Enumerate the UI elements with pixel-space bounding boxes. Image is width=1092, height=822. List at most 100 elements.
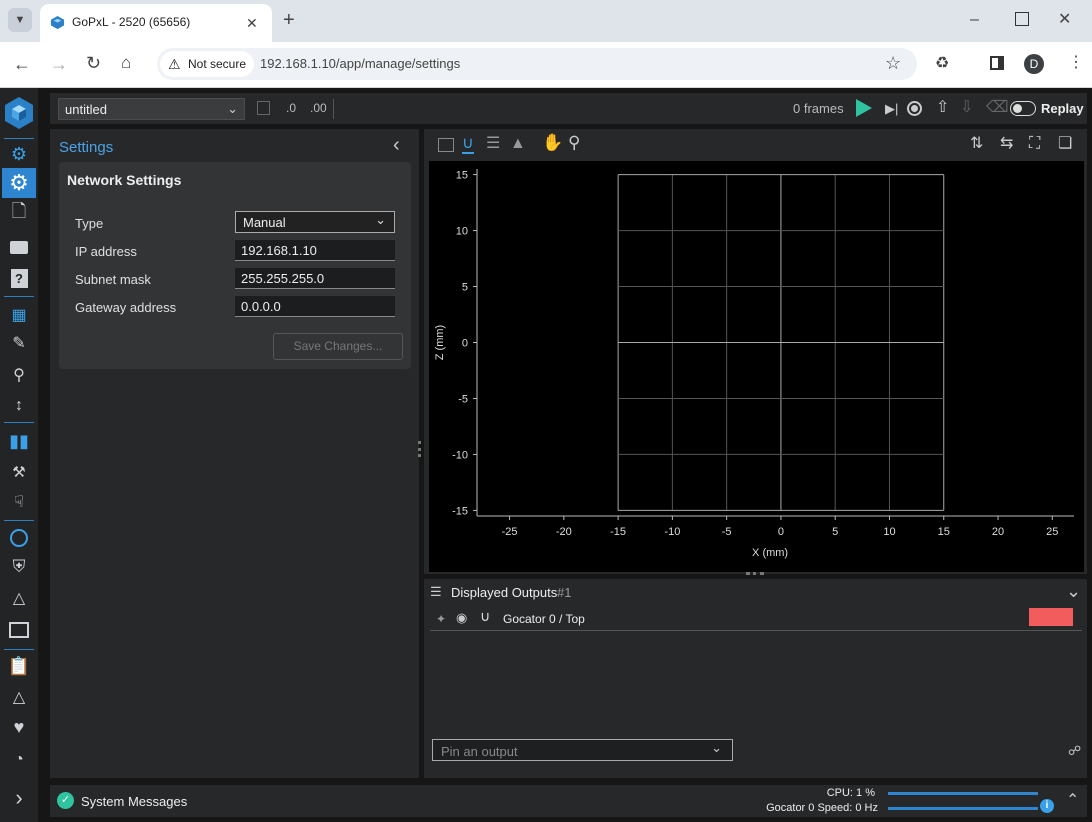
y-axis-label: Z (mm) [434,325,446,360]
download-icon[interactable]: ⇩ [960,100,973,116]
gopxl-logo [5,97,33,129]
tab-search-icon[interactable]: ▼ [8,8,32,32]
minimize-icon[interactable]: – [970,12,979,28]
fit-horizontal-icon[interactable]: ⇆ [1000,136,1013,152]
viewer-resize-handle[interactable] [746,572,764,575]
nav-gears-icon[interactable]: ⚙ [7,142,31,166]
nav-help-icon[interactable]: ? [7,266,31,290]
info-icon[interactable]: i [1040,799,1054,813]
forward-icon[interactable]: → [50,55,68,73]
nav-pipeline-search-icon[interactable]: ⚲ [7,363,31,387]
tab-title: GoPxL - 2520 (65656) [72,15,191,29]
3d-view-icon[interactable]: ▲ [510,136,526,152]
nav-measure-icon[interactable]: ▮▮ [7,429,31,453]
pin-output-select[interactable]: Pin an output ⌄ [432,739,733,761]
y-tick-label: 15 [456,170,468,182]
y-tick-label: -5 [458,393,468,405]
left-nav-bar: ⚙ ⚙ 🗋 ? ▦ ✎ ⚲ ↕ ▮▮ ⚒ ☟ ⛨ △ 📋 △ ♥ ◔ › [0,88,38,822]
subnet-mask-field[interactable]: 255.255.255.0 [235,268,395,289]
nav-expand-icon[interactable]: › [7,785,31,810]
zoom-icon[interactable]: ⚲ [568,134,580,151]
profile-view-icon[interactable]: ∪ [462,136,474,154]
expand-status-icon[interactable]: ⌃ [1066,793,1079,809]
nav-dashboard-icon[interactable] [7,618,31,642]
nav-output-icon[interactable]: ☟ [7,490,31,514]
outputs-count: #1 [557,585,572,600]
ip-address-field[interactable]: 192.168.1.10 [235,240,395,261]
security-badge[interactable]: ⚠ Not secure [160,51,255,77]
address-bar[interactable]: ⚠ Not secure 192.168.1.10/app/manage/set… [157,48,917,80]
pin-icon[interactable]: ✦ [436,611,446,627]
side-panel-icon[interactable] [990,56,1004,70]
save-job-icon[interactable] [257,101,270,115]
nav-clipboard-icon[interactable]: 📋 [7,654,31,678]
output-color-swatch[interactable] [1029,608,1073,626]
panel-resize-handle[interactable] [418,441,421,457]
x-tick-label: -25 [502,526,518,538]
surface-view-icon[interactable]: ☰ [486,136,500,152]
layers-icon[interactable]: ❏ [1058,136,1072,152]
tab-close-icon[interactable]: ✕ [246,15,258,31]
gopxl-app: ⚙ ⚙ 🗋 ? ▦ ✎ ⚲ ↕ ▮▮ ⚒ ☟ ⛨ △ 📋 △ ♥ ◔ › unt… [0,88,1092,822]
close-window-icon[interactable]: ✕ [1058,12,1071,28]
nav-settings-icon[interactable]: ⚙ [2,168,36,198]
maximize-icon[interactable] [1015,12,1029,26]
nav-shield-icon[interactable]: ⛨ [7,555,31,579]
menu-kebab-icon[interactable]: ⋮ [1068,55,1084,71]
fullscreen-icon[interactable]: ⛶ [1029,136,1040,152]
outputs-title: Displayed Outputs [451,585,558,600]
save-changes-button[interactable]: Save Changes... [273,333,403,360]
browser-tab[interactable]: GoPxL - 2520 (65656) ✕ [40,4,272,42]
nav-plug-icon[interactable]: △ [7,586,31,610]
nav-speed-icon[interactable]: ◔ [7,748,31,772]
system-messages-label[interactable]: System Messages [81,794,187,809]
gateway-address-field[interactable]: 0.0.0.0 [235,296,395,317]
zero-right-icon[interactable]: .00 [310,100,327,116]
upload-icon[interactable]: ⇧ [936,100,949,116]
nav-align-icon[interactable]: ↕ [7,394,31,418]
back-icon[interactable]: ← [13,55,31,73]
x-tick-label: -10 [664,526,680,538]
network-settings-card: Network Settings Type Manual ⌄ IP addres… [59,162,411,369]
nav-pipeline-edit-icon[interactable]: ✎ [7,331,31,355]
x-tick-label: -5 [722,526,732,538]
check-circle-icon: ✓ [57,792,74,809]
pan-hand-icon[interactable]: ✋ [542,134,563,151]
eye-icon[interactable]: ◉ [456,610,467,626]
collapse-panel-icon[interactable]: ‹ [393,135,400,155]
link-icon[interactable]: ☍ [1068,743,1081,759]
nav-health-icon[interactable]: ♥ [7,715,31,739]
extensions-icon[interactable]: ♻ [935,56,949,72]
home-icon[interactable]: ⌂ [121,54,131,71]
url-text[interactable]: 192.168.1.10/app/manage/settings [260,56,460,71]
profile-plot[interactable]: -25 -20 -15 -10 -5 0 5 10 15 20 25 15 10 5 0 -5 -10 -15 X … [429,161,1084,572]
job-select[interactable]: untitled ⌄ [58,98,245,120]
image-view-icon[interactable] [438,138,454,152]
zero-left-icon[interactable]: .0 [286,100,296,116]
reload-icon[interactable]: ↻ [86,54,101,72]
settings-panel: Settings ‹ Network Settings Type Manual … [50,129,421,778]
nav-files-icon[interactable]: 🗋 [7,201,31,226]
collapse-outputs-icon[interactable]: ⌄ [1066,582,1081,600]
type-select[interactable]: Manual ⌄ [235,211,395,233]
browser-tab-strip: ▼ GoPxL - 2520 (65656) ✕ + – ✕ [0,0,1092,42]
replay-toggle[interactable] [1010,101,1036,116]
nav-geometry-icon[interactable]: △ [7,685,31,709]
fit-vertical-icon[interactable]: ⇅ [970,136,983,152]
nav-tools-icon[interactable]: ⚒ [7,460,31,484]
nav-toolbox-icon[interactable] [7,235,31,259]
bookmark-star-icon[interactable]: ☆ [885,54,901,72]
eraser-icon[interactable]: ⌫ [986,100,1009,116]
nav-network-icon[interactable]: ▦ [7,303,31,327]
new-tab-icon[interactable]: + [283,10,295,30]
speed-label: Gocator 0 Speed: 0 Hz [766,802,878,814]
step-forward-icon[interactable]: ▶| [885,101,898,117]
record-icon[interactable] [907,101,922,116]
profile-avatar[interactable]: D [1024,54,1044,74]
nav-separator [4,422,34,423]
speed-bar [888,807,1038,810]
play-icon[interactable] [856,99,872,117]
nav-separator [4,138,34,139]
nav-scan-icon[interactable] [7,526,31,550]
x-tick-label: -20 [556,526,572,538]
